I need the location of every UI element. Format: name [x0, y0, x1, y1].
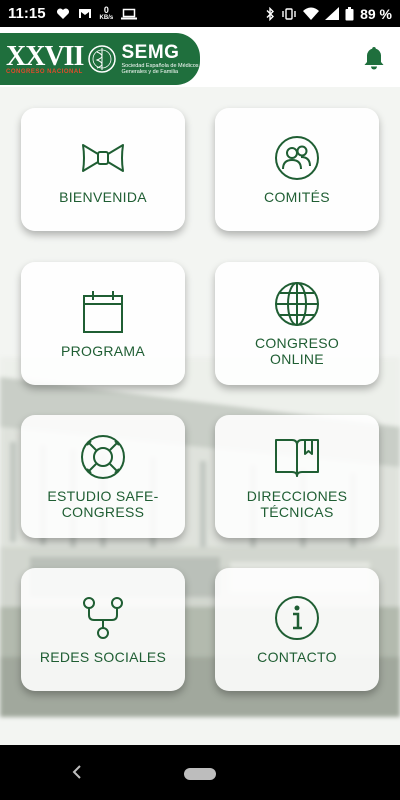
people-icon: [275, 135, 319, 180]
congress-logo: XXVII CONGRESO NACIONAL SEMG Sociedad Es…: [0, 33, 200, 85]
globe-icon: [275, 281, 319, 326]
tile-contacto[interactable]: CONTACTO: [215, 568, 379, 691]
tile-label: REDES SOCIALES: [39, 648, 167, 665]
logo-congress-text: CONGRESO NACIONAL: [6, 69, 83, 75]
info-icon: [275, 595, 319, 640]
semg-emblem-icon: [88, 45, 117, 73]
tile-programa[interactable]: PROGRAMA: [21, 262, 185, 385]
tile-label: ESTUDIO SAFE- CONGRESS: [47, 488, 158, 520]
bowtie-icon: [82, 143, 124, 172]
tile-estudio-safe-congress[interactable]: ESTUDIO SAFE- CONGRESS: [21, 415, 185, 538]
tile-label: CONTACTO: [257, 648, 337, 665]
logo-org-short: SEMG: [121, 41, 180, 63]
menu-grid: BIENVENIDA COMITÉS PROGRAMA CONGRESO ONL…: [0, 87, 400, 745]
back-chevron-icon[interactable]: [68, 762, 88, 782]
logo-org-line2: Generales y de Familia: [121, 69, 179, 75]
tile-label: PROGRAMA: [60, 342, 146, 359]
tile-label: COMITÉS: [264, 188, 330, 205]
system-icons: 89 %: [265, 6, 392, 22]
laptop-icon: [121, 8, 138, 19]
tile-direcciones-tecnicas[interactable]: DIRECCIONES TÉCNICAS: [215, 415, 379, 538]
network-icon: [83, 596, 123, 639]
logo-roman-numeral: XXVII: [6, 41, 84, 72]
tile-label-line1: CONGRESO: [254, 334, 340, 351]
network-speed-unit: KB/s: [99, 14, 114, 21]
status-time: 11:15: [8, 5, 46, 22]
wifi-icon: [303, 7, 320, 20]
tile-label-line2: TÉCNICAS: [260, 503, 334, 520]
vibrate-icon: [282, 7, 296, 20]
network-speed: 0 KB/s: [99, 4, 114, 22]
tile-redes-sociales[interactable]: REDES SOCIALES: [21, 568, 185, 691]
bluetooth-icon: [266, 6, 275, 21]
battery-percent: 89 %: [360, 5, 392, 22]
signal-icon: [325, 7, 340, 20]
status-bar: 11:15 0 KB/s 89 %: [0, 0, 400, 27]
tile-label: DIRECCIONES TÉCNICAS: [247, 488, 348, 520]
home-pill-button[interactable]: [184, 768, 216, 780]
gmail-icon: [78, 9, 91, 18]
notification-icons: 0 KB/s: [56, 4, 138, 22]
tile-label-line2: ONLINE: [270, 350, 324, 367]
tile-label-line2: CONGRESS: [61, 503, 145, 520]
heart-icon: [56, 7, 69, 19]
system-navigation-bar: [0, 745, 400, 800]
app-header: XXVII CONGRESO NACIONAL SEMG Sociedad Es…: [0, 27, 400, 87]
battery-icon: [345, 6, 354, 20]
tile-label: CONGRESO ONLINE: [255, 335, 339, 367]
logo-title-block: XXVII CONGRESO NACIONAL: [6, 41, 84, 76]
calendar-icon: [83, 290, 123, 333]
tile-label-line1: DIRECCIONES: [246, 487, 348, 504]
tile-congreso-online[interactable]: CONGRESO ONLINE: [215, 262, 379, 385]
book-icon: [275, 438, 319, 477]
tile-comites[interactable]: COMITÉS: [215, 108, 379, 231]
logo-org-block: SEMG Sociedad Española de Médicos Genera…: [121, 41, 198, 76]
tile-bienvenida[interactable]: BIENVENIDA: [21, 108, 185, 231]
notifications-bell-icon[interactable]: [362, 45, 386, 71]
tile-label: BIENVENIDA: [59, 188, 147, 205]
lifebuoy-icon: [81, 434, 125, 479]
network-speed-value: 0: [103, 4, 109, 15]
tile-label-line1: ESTUDIO SAFE-: [47, 487, 159, 504]
